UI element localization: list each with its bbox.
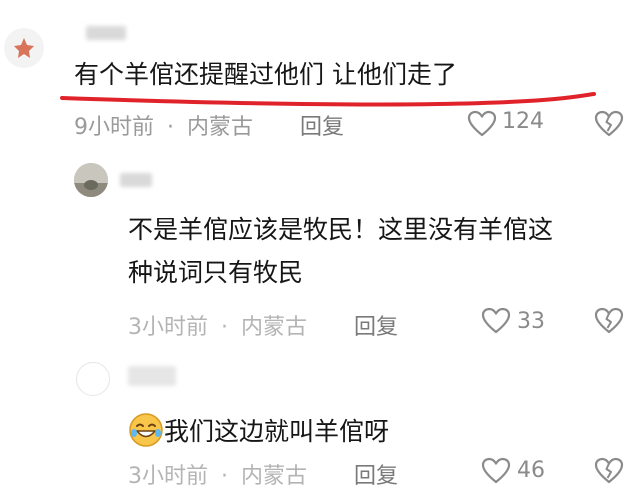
comment-time: 3小时前 [128, 315, 208, 340]
avatar-image [4, 28, 44, 68]
comment-text-line-2: 种说词只有牧民 [128, 258, 304, 287]
comment-time: 3小时前 [128, 464, 208, 489]
meta-dot: · [221, 315, 228, 340]
username-blurred[interactable] [128, 366, 176, 386]
avatar[interactable] [74, 163, 108, 197]
meta-dot: · [167, 115, 174, 140]
reply-button[interactable]: 回复 [300, 109, 344, 141]
username-blurred[interactable] [120, 173, 152, 187]
like-count: 124 [502, 109, 544, 134]
like-count: 33 [517, 309, 545, 334]
heart-icon[interactable] [481, 457, 511, 485]
comment-location: 内蒙古 [241, 464, 308, 489]
comment-location: 内蒙古 [187, 115, 254, 140]
meta-dot: · [221, 464, 228, 489]
broken-heart-icon[interactable] [594, 307, 624, 335]
comment-location: 内蒙古 [241, 315, 308, 340]
reply-button[interactable]: 回复 [354, 458, 398, 490]
comment-text-body: 我们这边就叫羊倌呀 [164, 417, 390, 446]
broken-heart-icon[interactable] [594, 110, 624, 138]
avatar[interactable] [4, 28, 44, 68]
comment-text: 我们这边就叫羊倌呀 [128, 412, 389, 449]
broken-heart-icon[interactable] [594, 457, 624, 485]
comment-meta: 3小时前 · 内蒙古 [128, 458, 307, 490]
comment-meta: 3小时前 · 内蒙古 [128, 309, 307, 341]
comment-time: 9小时前 [74, 115, 154, 140]
comment-text-line-1: 不是羊倌应该是牧民！这里没有羊倌这 [128, 215, 554, 244]
avatar-image [74, 163, 108, 197]
laughing-emoji-icon [128, 412, 164, 448]
red-underline-annotation [60, 92, 596, 107]
like-count: 46 [517, 458, 545, 483]
heart-icon[interactable] [467, 110, 497, 138]
reply-button[interactable]: 回复 [354, 309, 398, 341]
avatar[interactable] [76, 362, 110, 396]
heart-icon[interactable] [481, 307, 511, 335]
comment-meta: 9小时前 · 内蒙古 [74, 109, 253, 141]
username-blurred[interactable] [86, 26, 126, 40]
